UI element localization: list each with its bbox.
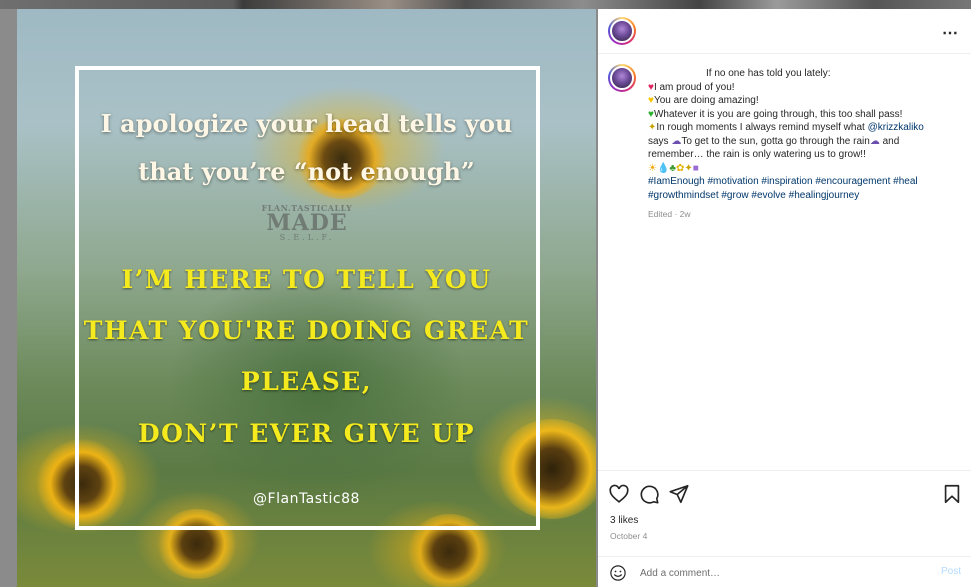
watermark-mid: MADE [266, 210, 348, 236]
purple-square-icon: ■ [692, 162, 699, 174]
rain-cloud-icon: ☁ [869, 135, 880, 147]
post-date: October 4 [610, 531, 648, 541]
caption-avatar[interactable] [608, 64, 636, 92]
caption-line: remember… the rain is only watering us t… [648, 149, 866, 160]
sparkle-icon: ✦ [684, 162, 693, 174]
image-yellow-line-2: THAT YOU'RE DOING GREAT [83, 316, 530, 345]
mention-link[interactable]: @krizzkaliko [868, 122, 924, 133]
caption-line: ♥Whatever it is you are going through, t… [648, 108, 903, 120]
watermark-logo: FLAN.TASTICALLY MADE S.E.L.F. [257, 203, 357, 242]
emoji-row: ☀💧♣✿✦■ [648, 162, 958, 176]
caption-line: ✦In rough moments I always remind myself… [648, 122, 924, 133]
caption-line: ♥I am proud of you! [648, 81, 735, 93]
likes-count[interactable]: 3 likes [610, 515, 638, 526]
comment-bar: Post [598, 556, 971, 587]
heart-icon[interactable] [608, 483, 630, 505]
background-strip [0, 0, 971, 9]
edited-timestamp: Edited · 2w [648, 209, 691, 219]
avatar-image [610, 19, 634, 43]
comment-input[interactable] [640, 565, 910, 581]
more-options-icon[interactable]: ⋯ [942, 23, 959, 43]
background-left [0, 9, 17, 587]
post-header: ⋯ [598, 9, 971, 54]
hashtag-line[interactable]: #IamEnough #motivation #inspiration #enc… [648, 175, 958, 189]
author-avatar[interactable] [608, 17, 636, 45]
caption-line: If no one has told you lately: [706, 68, 831, 79]
image-handle: @FlanTastic88 [253, 491, 360, 507]
image-text-line-2: that you’re “not enough” [138, 157, 475, 186]
post-image: I apologize your head tells you that you… [17, 9, 596, 587]
post-comment-button[interactable]: Post [941, 566, 961, 577]
droplet-icon: 💧 [656, 162, 670, 174]
caption-line: ♥You are doing amazing! [648, 95, 759, 106]
rain-cloud-icon: ☁ [671, 135, 682, 147]
hashtag-line[interactable]: #growthmindset #grow #evolve #healingjou… [648, 189, 958, 203]
image-yellow-line-1: I’M HERE TO TELL YOU [121, 265, 492, 294]
post-actions: 3 likes October 4 Post [598, 470, 971, 587]
avatar-image [610, 66, 634, 90]
image-yellow-line-4: DON’T EVER GIVE UP [137, 419, 476, 448]
bookmark-icon[interactable] [941, 483, 963, 505]
post-caption: If no one has told you lately: ♥I am pro… [648, 67, 958, 202]
comment-icon[interactable] [638, 483, 660, 505]
caption-line: says ☁To get to the sun, gotta go throug… [648, 135, 900, 147]
image-yellow-line-3: PLEASE, [240, 367, 373, 396]
emoji-icon[interactable] [609, 564, 627, 582]
sun-icon: ☀ [648, 162, 657, 174]
image-text-line-1: I apologize your head tells you [100, 109, 513, 138]
post-side-panel: ⋯ If no one has told you lately: ♥I am p… [598, 9, 971, 587]
share-icon[interactable] [668, 483, 690, 505]
